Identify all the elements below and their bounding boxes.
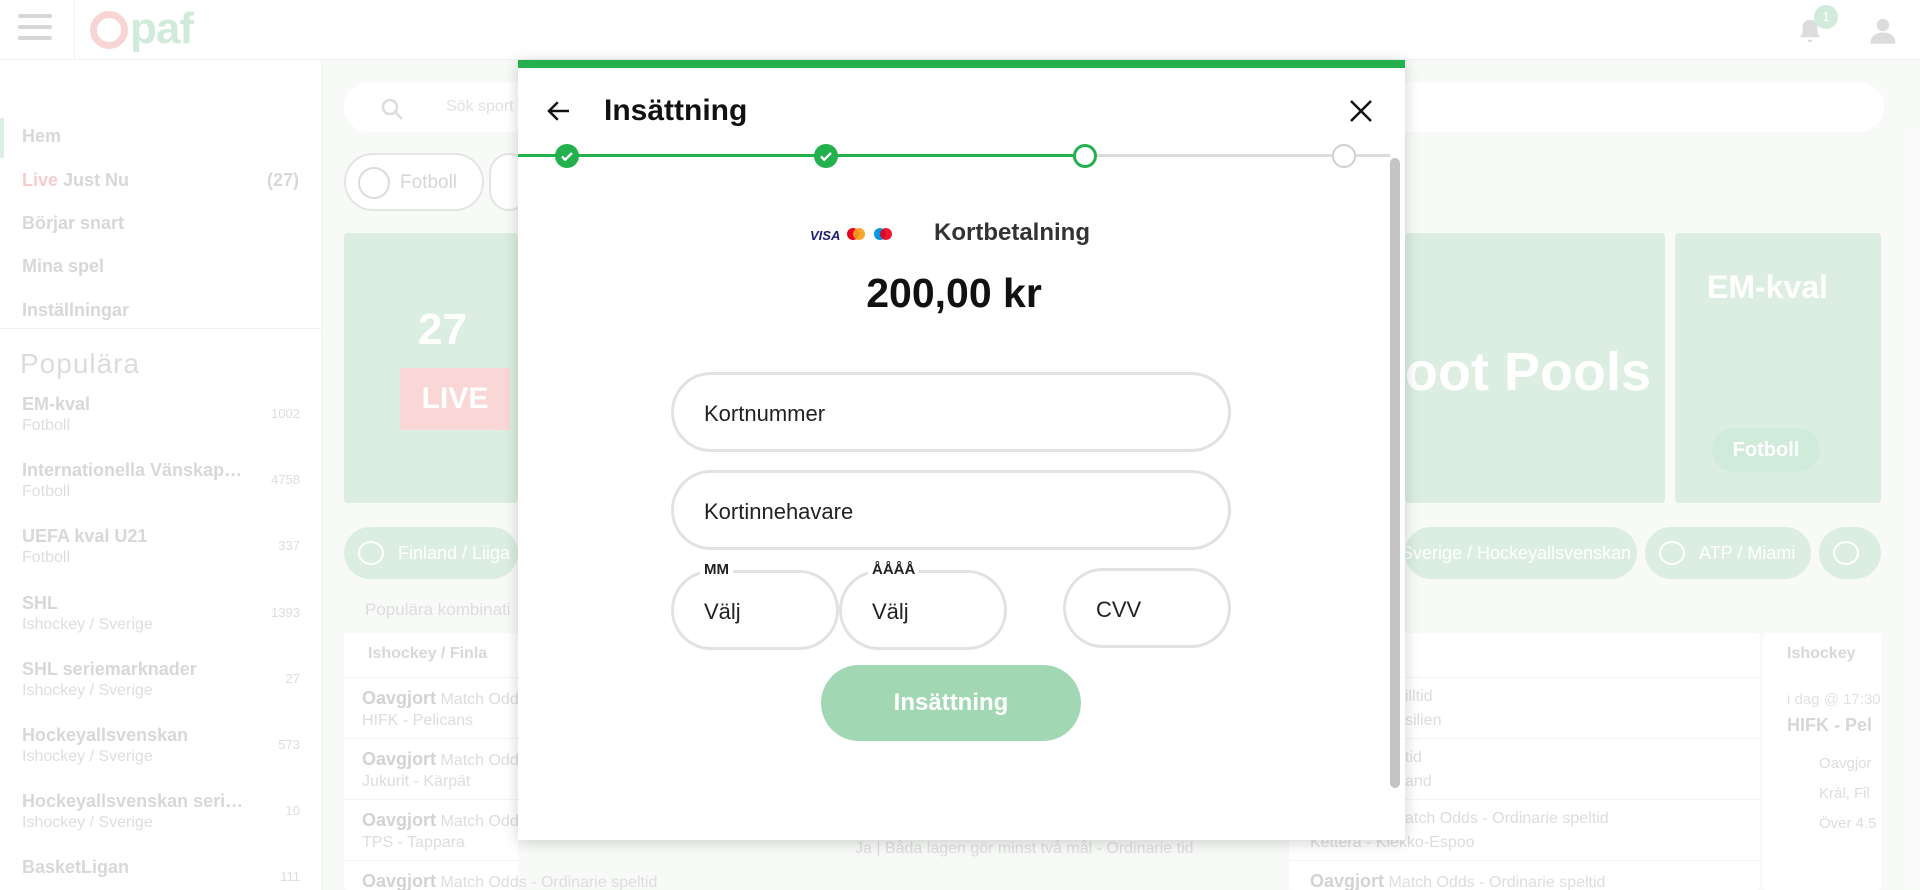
expiry-year-select[interactable]: ÅÅÅÅ Välj xyxy=(839,561,1007,650)
cvv-input[interactable]: CVV xyxy=(1063,568,1231,648)
close-icon[interactable] xyxy=(1346,96,1376,126)
deposit-modal: Insättning VISA Kortbetalning 200,00 kr … xyxy=(518,60,1405,840)
expiry-month-select[interactable]: MM Välj xyxy=(671,561,839,650)
step-4-pending xyxy=(1332,144,1356,168)
modal-title: Insättning xyxy=(604,94,748,127)
visa-icon: VISA xyxy=(810,228,841,243)
maestro-icon xyxy=(874,228,892,240)
card-holder-input[interactable]: Kortinnehavare xyxy=(671,470,1231,550)
deposit-amount: 200,00 kr xyxy=(866,270,1042,316)
payment-method-title: Kortbetalning xyxy=(934,219,1090,246)
deposit-submit-button[interactable]: Insättning xyxy=(821,665,1081,741)
back-arrow-icon[interactable] xyxy=(544,96,574,126)
step-3-current xyxy=(1073,144,1097,168)
step-1-check-icon xyxy=(555,144,579,168)
step-2-check-icon xyxy=(814,144,838,168)
modal-scrollbar[interactable] xyxy=(1390,158,1400,788)
progress-line-complete xyxy=(518,154,1073,157)
mastercard-icon xyxy=(847,228,865,240)
card-number-input[interactable]: Kortnummer xyxy=(671,372,1231,452)
